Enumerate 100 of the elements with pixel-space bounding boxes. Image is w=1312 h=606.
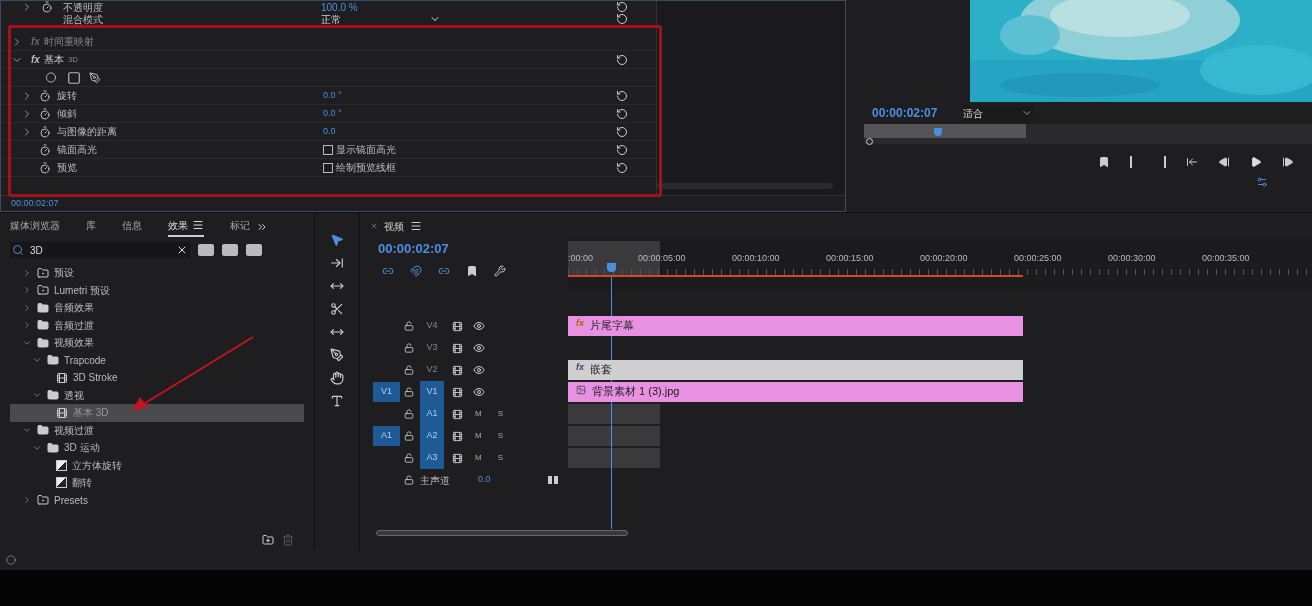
timecode[interactable]: 00:00:02:07 <box>378 239 568 259</box>
step-forward-icon[interactable] <box>1282 156 1294 168</box>
mute-button[interactable]: M <box>475 452 482 464</box>
settings-icon[interactable] <box>494 264 506 277</box>
lock-icon[interactable] <box>404 387 414 397</box>
param-value[interactable]: 0.0 <box>323 124 336 139</box>
hand-tool-icon[interactable] <box>330 371 344 385</box>
play-icon[interactable] <box>1250 156 1262 168</box>
lock-icon[interactable] <box>404 453 414 463</box>
tree-item[interactable]: 3D 运动 <box>10 439 304 457</box>
menu-icon[interactable] <box>410 220 422 232</box>
tree-item[interactable]: Lumetri 预设 <box>10 281 304 299</box>
eye-icon[interactable] <box>473 386 485 398</box>
selection-tool-icon[interactable] <box>330 233 344 247</box>
reset-icon[interactable] <box>616 1 628 13</box>
razor-tool-icon[interactable] <box>330 302 344 316</box>
track-name[interactable]: V3 <box>420 337 444 359</box>
more-tabs-icon[interactable] <box>256 221 268 233</box>
sequence-tab[interactable]: 视频 <box>384 218 404 234</box>
new-folder-icon[interactable] <box>262 534 274 546</box>
param-value[interactable]: 100.0 % <box>321 1 358 15</box>
lock-icon[interactable] <box>404 365 414 375</box>
tree-item[interactable]: Presets <box>10 491 304 509</box>
pen-icon[interactable] <box>89 71 101 84</box>
timeline-clip[interactable]: fx 片尾字幕 <box>568 316 1023 336</box>
menu-icon[interactable] <box>192 219 204 231</box>
reset-icon[interactable] <box>616 161 628 174</box>
status-icon[interactable] <box>6 555 16 565</box>
chevron-icon[interactable] <box>22 285 32 296</box>
mute-button[interactable]: M <box>475 408 482 420</box>
tree-item[interactable]: 音频效果 <box>10 299 304 317</box>
mute-button[interactable]: M <box>475 430 482 442</box>
timecode[interactable]: 00:00:02:07 <box>872 104 938 122</box>
step-back-icon[interactable] <box>1218 156 1230 168</box>
reset-icon[interactable] <box>616 89 628 102</box>
pen-tool-icon[interactable] <box>330 348 344 362</box>
lock-icon[interactable] <box>404 321 414 331</box>
tree-item[interactable]: 视频效果 <box>10 334 304 352</box>
eye-icon[interactable] <box>473 320 485 332</box>
lock-icon[interactable] <box>404 431 414 441</box>
lock-icon[interactable] <box>404 475 414 485</box>
go-to-in-icon[interactable] <box>1186 156 1198 168</box>
tree-item[interactable]: 预设 <box>10 264 304 282</box>
source-patch[interactable]: V1 <box>373 382 400 402</box>
track-select-tool-icon[interactable] <box>330 256 344 270</box>
close-icon[interactable] <box>370 222 378 230</box>
timeline-clip[interactable]: fx 嵌套 <box>568 360 1023 380</box>
reset-icon[interactable] <box>616 143 628 156</box>
chevron-icon[interactable] <box>22 495 32 506</box>
track-name[interactable]: A2 <box>420 425 444 447</box>
blend-dropdown[interactable]: 正常 <box>321 13 441 25</box>
tree-item[interactable]: 3D Stroke <box>10 369 304 387</box>
param-value[interactable]: 0.0 ° <box>323 106 342 121</box>
lock-icon[interactable] <box>404 409 414 419</box>
stopwatch-icon[interactable] <box>39 107 51 120</box>
track-name[interactable]: V4 <box>420 315 444 337</box>
keyframe-scrollbar[interactable] <box>657 183 833 189</box>
fx-label[interactable]: fx <box>31 52 40 67</box>
source-patch[interactable]: A1 <box>373 426 400 446</box>
horizontal-scrollbar[interactable] <box>376 530 628 536</box>
marker-icon[interactable] <box>1098 156 1110 168</box>
stopwatch-icon[interactable] <box>39 89 51 102</box>
panel-tab[interactable]: 效果 <box>168 217 204 237</box>
stopwatch-icon[interactable] <box>39 125 51 138</box>
stopwatch-icon[interactable] <box>39 143 51 156</box>
playhead-icon[interactable] <box>607 263 616 272</box>
solo-button[interactable]: S <box>497 408 503 420</box>
lock-icon[interactable] <box>404 343 414 353</box>
eye-icon[interactable] <box>473 342 485 354</box>
solo-button[interactable]: S <box>497 452 503 464</box>
reset-icon[interactable] <box>616 125 628 138</box>
tree-item[interactable]: 立方体旋转 <box>10 456 304 474</box>
track-name[interactable]: V1 <box>420 381 444 403</box>
tree-item[interactable]: Trapcode <box>10 351 304 369</box>
panel-tab[interactable]: 库 <box>86 217 96 237</box>
reset-icon[interactable] <box>616 13 628 25</box>
type-tool-icon[interactable] <box>330 394 344 408</box>
track-name[interactable]: A3 <box>420 447 444 469</box>
search-field[interactable]: 3D <box>10 242 190 258</box>
track-name[interactable]: V2 <box>420 359 444 381</box>
tree-item[interactable]: 翻转 <box>10 474 304 492</box>
clear-icon[interactable] <box>176 244 188 256</box>
zoom-dropdown[interactable]: 适合 <box>963 105 1034 121</box>
param-value[interactable]: 0.0 ° <box>323 88 342 103</box>
stopwatch-icon[interactable] <box>41 1 53 13</box>
solo-button[interactable]: S <box>497 430 503 442</box>
tree-item[interactable]: 透视 <box>10 386 304 404</box>
chevron-icon[interactable] <box>22 302 32 313</box>
checkbox[interactable] <box>323 162 333 173</box>
stopwatch-icon[interactable] <box>39 161 51 174</box>
eye-icon[interactable] <box>473 364 485 376</box>
track-name[interactable]: A1 <box>420 403 444 425</box>
timecode[interactable]: 00:00:02:07 <box>11 196 59 211</box>
tree-item[interactable]: 视频过渡 <box>10 421 304 439</box>
panel-tab[interactable]: 标记 <box>230 217 250 237</box>
rectangle-mask-icon[interactable] <box>67 70 81 85</box>
ellipse-mask-icon[interactable] <box>43 72 59 83</box>
reset-icon[interactable] <box>616 107 628 120</box>
tree-item[interactable]: 音频过渡 <box>10 316 304 334</box>
chevron-icon[interactable] <box>22 267 32 278</box>
